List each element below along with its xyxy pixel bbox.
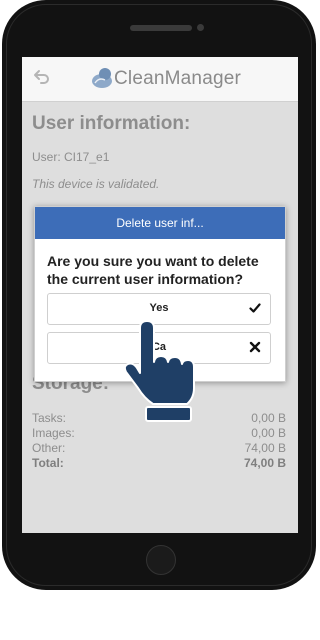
app-screen: CleanManager User information: User: CI1…	[22, 57, 298, 533]
cloud-logo-icon	[92, 68, 112, 88]
app-title: CleanManager	[114, 68, 242, 89]
checkmark-icon	[249, 303, 261, 313]
speaker-grille	[130, 25, 192, 31]
app-bar: CleanManager	[22, 57, 298, 102]
pointing-hand-icon	[123, 320, 195, 422]
dialog-title: Delete user inf...	[35, 207, 285, 239]
cross-icon	[249, 341, 261, 353]
back-arrow-icon[interactable]	[32, 67, 52, 87]
dialog-message: Are you sure you want to delete the curr…	[47, 253, 259, 287]
front-camera	[197, 24, 204, 31]
yes-button-label: Yes	[149, 302, 169, 314]
home-button[interactable]	[146, 545, 176, 575]
